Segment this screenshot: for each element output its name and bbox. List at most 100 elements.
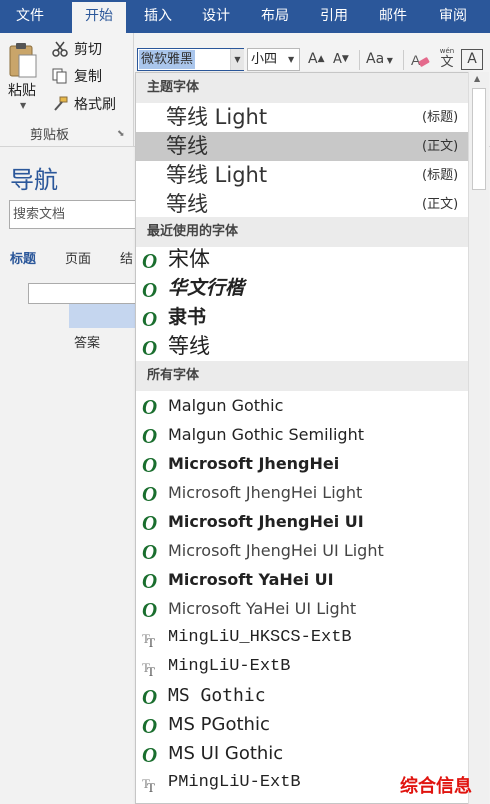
recent-font-item[interactable]: O 等线 (136, 332, 468, 361)
font-item[interactable]: O Microsoft JhengHei UI (136, 507, 468, 536)
font-item[interactable]: O Microsoft JhengHei Light (136, 478, 468, 507)
svg-text:O: O (142, 424, 157, 446)
nav-tab-pages[interactable]: 页面 (65, 248, 91, 267)
theme-font-item[interactable]: 等线 (正文) (136, 190, 468, 219)
font-item[interactable]: O Microsoft JhengHei (136, 449, 468, 478)
opentype-icon: O (142, 685, 157, 707)
grow-font-label: A (308, 51, 318, 67)
font-name-value: 微软雅黑 (139, 50, 196, 69)
copy-button[interactable]: 复制 (52, 65, 102, 87)
navigation-pane-title: 导航 (10, 166, 58, 194)
font-item[interactable]: O MS UI Gothic (136, 739, 468, 768)
tab-layout[interactable]: 布局 (248, 0, 302, 33)
theme-font-item[interactable]: 等线 Light (标题) (136, 161, 468, 190)
shrink-font-button[interactable]: A▼ (333, 48, 349, 71)
tab-review[interactable]: 审阅 (426, 0, 480, 33)
svg-text:O: O (142, 540, 157, 562)
nav-heading-answer[interactable]: 答案 (74, 332, 100, 351)
phonetic-guide-button[interactable]: wén 文 (436, 46, 458, 69)
recent-font-item[interactable]: O 隶书 (136, 303, 468, 332)
recent-font-item[interactable]: O 宋体 (136, 245, 468, 274)
clipboard-launcher-icon[interactable]: ⬊ (117, 129, 125, 139)
font-name: Microsoft JhengHei UI Light (168, 541, 384, 560)
opentype-icon: O (142, 511, 157, 533)
character-border-label: A (467, 51, 477, 67)
nav-tab-results[interactable]: 结 (120, 248, 133, 267)
format-painter-icon (54, 96, 68, 111)
paste-dropdown-arrow[interactable]: ▼ (20, 101, 26, 110)
font-size-dropdown-arrow[interactable]: ▼ (288, 49, 294, 70)
svg-text:O: O (142, 249, 157, 271)
opentype-icon: O (142, 714, 157, 736)
scissors-icon (52, 41, 68, 57)
tab-design[interactable]: 设计 (189, 0, 243, 33)
nav-tab-headings[interactable]: 标题 (10, 248, 36, 267)
font-item[interactable]: O MS PGothic (136, 710, 468, 739)
font-item[interactable]: O Malgun Gothic (136, 391, 468, 420)
font-name: Malgun Gothic Semilight (168, 425, 364, 444)
recent-font-item[interactable]: O 华文行楷 (136, 274, 468, 303)
paste-icon (9, 43, 37, 78)
ribbon-tab-bar: 文件 开始 插入 设计 布局 引用 邮件 审阅 (0, 0, 490, 33)
grow-arrow-icon: ▲ (317, 54, 325, 64)
nav-heading-box[interactable] (28, 283, 144, 304)
font-item[interactable]: O Microsoft YaHei UI (136, 565, 468, 594)
truetype-icon: TT (142, 631, 155, 649)
clipboard-group: 粘贴 ▼ 剪切 复制 格式刷 剪贴板 ⬊ (0, 33, 134, 147)
cut-button[interactable]: 剪切 (52, 38, 102, 60)
clipboard-group-title: 剪贴板 (30, 128, 70, 143)
font-name: MS UI Gothic (168, 743, 284, 764)
svg-text:O: O (142, 714, 157, 736)
clear-formatting-button[interactable]: A (410, 48, 430, 71)
shrink-arrow-icon: ▼ (341, 54, 349, 64)
tab-mailings[interactable]: 邮件 (366, 0, 420, 33)
font-name-combobox[interactable]: 微软雅黑 (137, 48, 244, 71)
svg-text:T: T (147, 780, 155, 794)
opentype-icon: O (142, 540, 157, 562)
font-name: Microsoft JhengHei UI (168, 512, 364, 531)
opentype-icon: O (142, 395, 157, 417)
font-name: Microsoft YaHei UI (168, 570, 334, 589)
font-item[interactable]: O Microsoft YaHei UI Light (136, 594, 468, 623)
phonetic-bottom-label: 文 (440, 55, 454, 70)
format-painter-button[interactable]: 格式刷 (52, 93, 116, 115)
opentype-icon: O (142, 482, 157, 504)
font-item[interactable]: O Malgun Gothic Semilight (136, 420, 468, 449)
font-item[interactable]: O MS Gothic (136, 681, 468, 710)
opentype-icon: O (142, 569, 157, 591)
tab-file[interactable]: 文件 (0, 0, 60, 33)
toolbar-divider (359, 50, 360, 70)
font-item[interactable]: TT MingLiU_HKSCS-ExtB (136, 623, 468, 652)
font-name-dropdown-arrow[interactable]: ▼ (230, 49, 244, 70)
recent-font-name: 隶书 (168, 306, 207, 328)
theme-font-item-selected[interactable]: 等线 (正文) (136, 132, 468, 161)
theme-font-name: 等线 Light (166, 163, 268, 187)
scroll-up-icon[interactable]: ▲ (474, 74, 480, 83)
tab-home[interactable]: 开始 (72, 2, 126, 33)
opentype-icon: O (142, 453, 157, 475)
svg-text:O: O (142, 278, 157, 300)
navigation-search-input[interactable]: 搜索文档 (9, 200, 144, 229)
character-border-button[interactable]: A (461, 49, 483, 70)
tab-insert[interactable]: 插入 (131, 0, 185, 33)
font-name: MS Gothic (168, 685, 266, 706)
opentype-icon: O (142, 743, 157, 765)
grow-font-button[interactable]: A▲ (308, 48, 325, 71)
font-item[interactable]: TT MingLiU-ExtB (136, 652, 468, 681)
font-list-scrollbar[interactable]: ▲ (468, 72, 489, 804)
font-item[interactable]: O Microsoft JhengHei UI Light (136, 536, 468, 565)
font-dropdown-list[interactable]: 主题字体 等线 Light (标题) 等线 (正文) 等线 Light (标题)… (135, 72, 469, 804)
nav-heading-highlight[interactable] (69, 304, 144, 328)
theme-font-name: 等线 (166, 134, 208, 158)
font-name: Microsoft JhengHei (168, 454, 340, 473)
clear-formatting-icon: A (411, 52, 430, 68)
scrollbar-thumb[interactable] (472, 88, 486, 190)
recent-fonts-header: 最近使用的字体 (136, 217, 468, 247)
svg-text:O: O (142, 453, 157, 475)
tab-references[interactable]: 引用 (307, 0, 361, 33)
theme-font-item[interactable]: 等线 Light (标题) (136, 103, 468, 132)
svg-text:O: O (142, 743, 157, 765)
change-case-button[interactable]: Aa ▼ (366, 48, 393, 71)
font-name: MingLiU_HKSCS-ExtB (168, 628, 352, 647)
opentype-icon: O (142, 278, 157, 300)
